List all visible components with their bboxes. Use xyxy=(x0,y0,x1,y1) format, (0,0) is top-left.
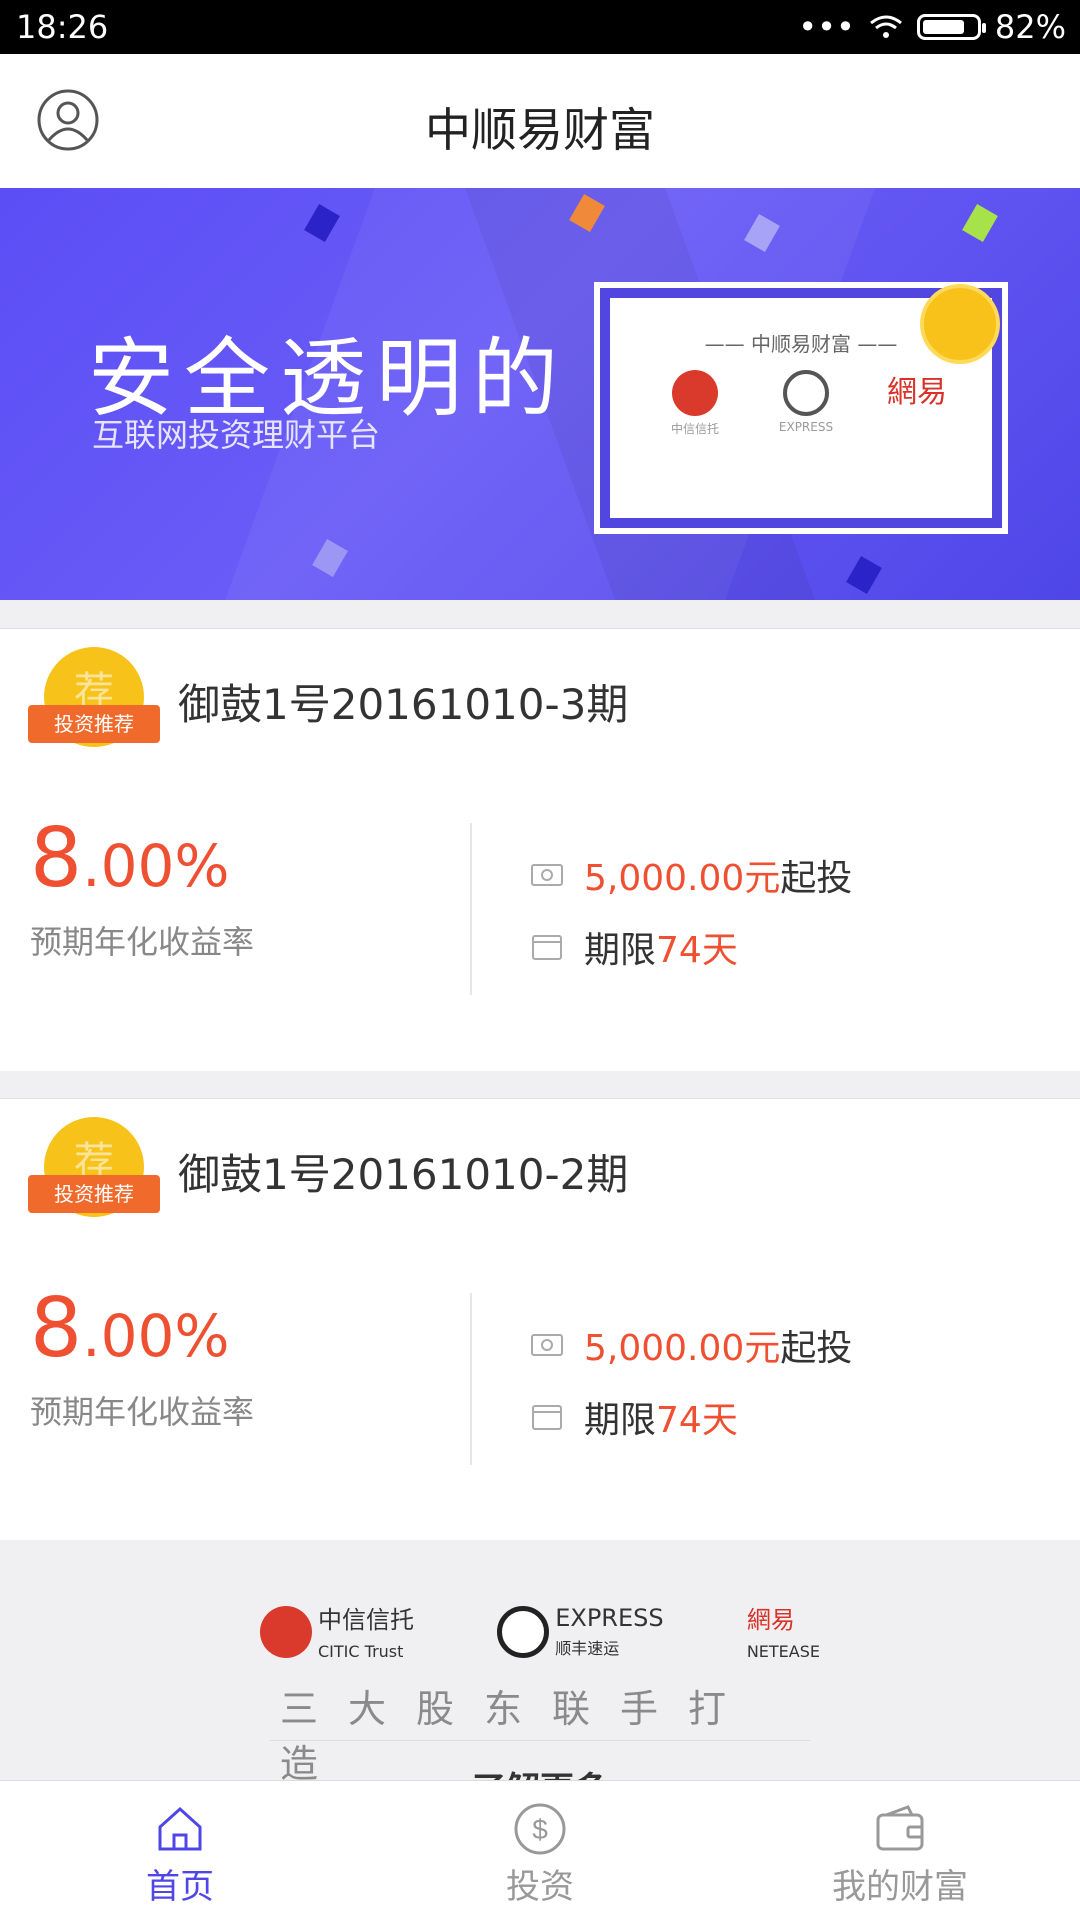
page-title: 中顺易财富 xyxy=(425,103,655,157)
product-card-body[interactable]: 8.00% 预期年化收益率 5,000.00元 起投 期限 74天 xyxy=(0,1237,1080,1541)
battery-fill xyxy=(922,20,965,34)
more-dots-icon: ••• xyxy=(798,8,855,46)
calendar-icon xyxy=(532,1405,562,1430)
product-title: 御鼓1号20161010-3期 xyxy=(178,680,629,729)
expected-rate: 8.00% xyxy=(30,1281,230,1376)
home-icon xyxy=(158,1806,202,1851)
shareholders-section: 中信信托 CITIC Trust EXPRESS 顺丰速运 網易 NETEASE 三大… xyxy=(0,1540,1080,1810)
bottom-tab-bar: 首页 $ 投资 我的财富 xyxy=(0,1780,1080,1921)
term: 期限 74天 xyxy=(530,921,738,973)
recommend-badge-icon: 荐 投资推荐 xyxy=(28,647,160,755)
battery-percent: 82% xyxy=(994,8,1066,46)
rate-label: 预期年化收益率 xyxy=(30,1393,255,1431)
product-card-header[interactable]: 荐 投资推荐 御鼓1号20161010-2期 xyxy=(0,1098,1080,1238)
product-card-body[interactable]: 8.00% 预期年化收益率 5,000.00元 起投 期限 74天 xyxy=(0,767,1080,1071)
status-bar: 18:26 ••• 82% xyxy=(0,0,1080,54)
battery-icon xyxy=(916,14,986,40)
tab-invest[interactable]: $ 投资 xyxy=(420,1781,660,1921)
banner-subline: 互联网投资理财平台 xyxy=(92,416,381,454)
wallet-icon xyxy=(876,1805,924,1851)
shareholder-logos: 中信信托 CITIC Trust EXPRESS 顺丰速运 網易 NETEASE xyxy=(260,1600,820,1663)
netease-logo: 網易 NETEASE xyxy=(746,1606,820,1661)
svg-text:$: $ xyxy=(532,1814,548,1845)
citic-logo: 中信信托 xyxy=(650,370,740,437)
min-investment: 5,000.00元 起投 xyxy=(530,1319,852,1371)
divider xyxy=(270,1740,810,1741)
promo-banner[interactable]: 安全透明的 互联网投资理财平台 —— 中顺易财富 —— 中信信托 EXPRESS… xyxy=(0,188,1080,600)
banknote-icon xyxy=(531,1334,563,1356)
rate-label: 预期年化收益率 xyxy=(30,923,255,961)
netease-logo: 網易 xyxy=(887,375,947,410)
divider xyxy=(470,823,472,995)
medal-icon xyxy=(920,284,1000,364)
banknote-icon xyxy=(531,864,563,886)
product-title: 御鼓1号20161010-2期 xyxy=(178,1150,629,1199)
confetti-shape xyxy=(962,204,998,242)
divider xyxy=(470,1293,472,1465)
wifi-icon xyxy=(869,15,902,38)
recommend-badge-icon: 荐 投资推荐 xyxy=(28,1117,160,1225)
min-investment: 5,000.00元 起投 xyxy=(530,849,852,901)
certificate-card: —— 中顺易财富 —— 中信信托 EXPRESS 網易 xyxy=(600,284,1002,528)
confetti-shape xyxy=(304,204,340,242)
sf-express-logo: EXPRESS xyxy=(761,370,851,437)
calendar-icon xyxy=(532,935,562,960)
tab-my-wealth[interactable]: 我的财富 xyxy=(780,1781,1020,1921)
tab-home[interactable]: 首页 xyxy=(60,1781,300,1921)
product-card-header[interactable]: 荐 投资推荐 御鼓1号20161010-3期 xyxy=(0,628,1080,768)
confetti-shape xyxy=(846,556,882,594)
expected-rate: 8.00% xyxy=(30,811,230,906)
sf-express-logo: EXPRESS 顺丰速运 xyxy=(497,1604,664,1660)
term: 期限 74天 xyxy=(530,1391,738,1443)
status-indicators: ••• 82% xyxy=(798,8,1066,46)
app-header: 中顺易财富 xyxy=(0,54,1080,188)
dollar-coin-icon: $ xyxy=(514,1803,566,1855)
certificate-logos: 中信信托 EXPRESS 網易 xyxy=(650,370,962,437)
status-time: 18:26 xyxy=(16,8,109,46)
citic-logo: 中信信托 CITIC Trust xyxy=(260,1600,414,1663)
